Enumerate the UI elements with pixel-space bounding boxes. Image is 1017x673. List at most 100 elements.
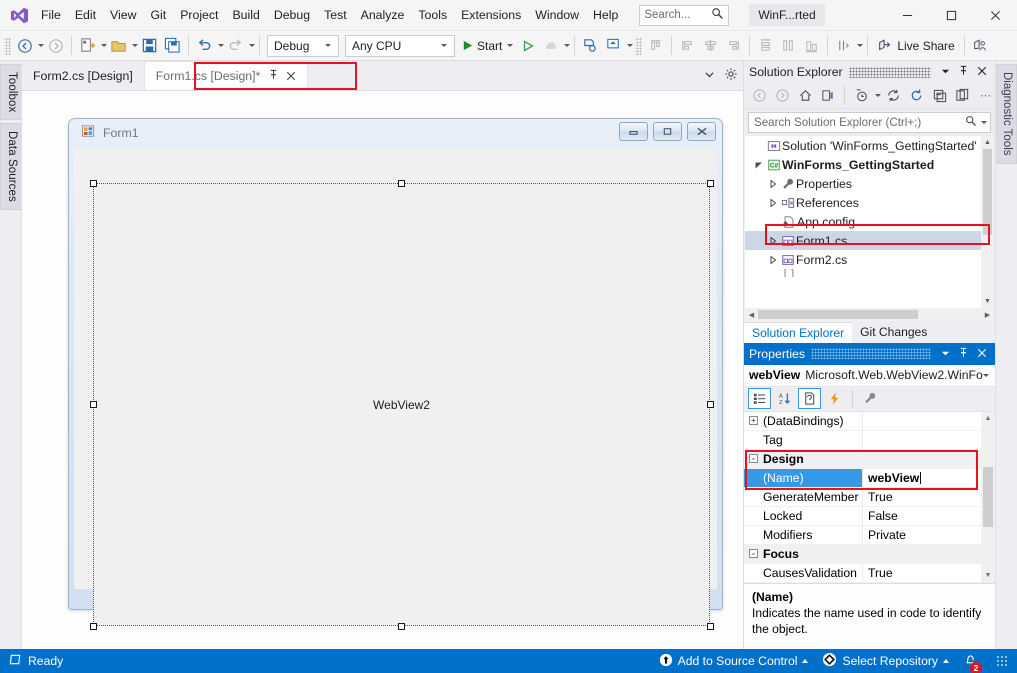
tree-vertical-scrollbar[interactable]: ▲ ▼ [981, 136, 994, 308]
menu-item-file[interactable]: File [34, 4, 68, 26]
forward-button[interactable] [771, 85, 793, 106]
scroll-up-arrow-icon[interactable]: ▲ [984, 136, 991, 149]
document-tab-form2[interactable]: Form2.cs [Design] [22, 61, 145, 90]
tree-item-properties[interactable]: Properties [745, 174, 994, 193]
tree-item-project[interactable]: C# WinForms_GettingStarted [745, 155, 994, 174]
pending-changes-filter-button[interactable] [850, 85, 872, 106]
pin-tab-icon[interactable] [268, 69, 279, 83]
redo-dropdown-icon[interactable] [249, 44, 255, 47]
tree-item-form2-cs[interactable]: Form2.cs [745, 250, 994, 269]
property-value[interactable]: True [863, 564, 995, 582]
size-to-grid-button[interactable] [800, 34, 823, 58]
menu-item-git[interactable]: Git [143, 4, 173, 26]
expander-icon[interactable]: + [749, 416, 758, 425]
expander-icon[interactable] [766, 199, 779, 207]
tree-item-partial[interactable] [745, 269, 994, 277]
sidebar-item-diagnostic-tools[interactable]: Diagnostic Tools [996, 64, 1017, 164]
save-button[interactable] [138, 34, 161, 58]
property-value[interactable] [863, 412, 995, 430]
layout-adorner-dropdown-icon[interactable] [627, 44, 633, 47]
resize-handle-middle-right[interactable] [707, 401, 714, 408]
select-element-button[interactable] [579, 34, 602, 58]
categorized-view-icon[interactable] [748, 388, 771, 409]
expander-icon[interactable] [766, 180, 779, 188]
property-value[interactable] [863, 431, 995, 449]
gear-icon[interactable] [724, 67, 738, 84]
properties-vertical-scrollbar[interactable]: ▲ ▼ [981, 412, 995, 584]
form-close-button[interactable] [687, 122, 716, 141]
expander-icon[interactable] [752, 161, 765, 169]
alphabetical-sort-icon[interactable]: AZ [773, 388, 796, 409]
resize-handle-top-center[interactable] [398, 180, 405, 187]
collapse-icon[interactable]: - [749, 454, 758, 463]
form-client-area[interactable]: WebView2 [74, 148, 717, 589]
dock-tab-solution-explorer[interactable]: Solution Explorer [744, 322, 852, 343]
sidebar-item-data-sources[interactable]: Data Sources [0, 123, 21, 210]
panel-menu-icon[interactable] [937, 65, 954, 79]
toolbar-overflow-icon[interactable] [857, 44, 863, 47]
scroll-right-arrow-icon[interactable]: ▶ [981, 311, 994, 319]
tree-item-app-config[interactable]: App.config [745, 212, 994, 231]
property-pages-icon[interactable] [859, 388, 882, 409]
property-value[interactable]: Private [863, 526, 995, 544]
align-lefts-button[interactable] [676, 34, 699, 58]
toolbar-grip[interactable] [4, 37, 11, 55]
property-value[interactable]: False [863, 507, 995, 525]
redo-button[interactable] [224, 34, 247, 58]
design-form-window[interactable]: Form1 [68, 118, 723, 610]
resize-handle-top-right[interactable] [707, 180, 714, 187]
menu-item-debug[interactable]: Debug [267, 4, 317, 26]
align-tops-button[interactable] [644, 34, 667, 58]
home-button[interactable] [794, 85, 816, 106]
navigate-forward-button[interactable] [44, 34, 67, 58]
notifications-button[interactable]: 2 [963, 652, 978, 670]
undo-button[interactable] [193, 34, 216, 58]
collapse-all-button[interactable] [928, 85, 950, 106]
hot-reload-button[interactable] [539, 34, 562, 58]
navigate-backward-button[interactable] [13, 34, 36, 58]
property-row-causesvalidation[interactable]: CausesValidation True [744, 564, 995, 583]
form-title-bar[interactable]: Form1 [69, 119, 722, 147]
menu-item-extensions[interactable]: Extensions [454, 4, 528, 26]
solution-configuration-dropdown[interactable]: Debug [267, 35, 339, 57]
feedback-button[interactable] [969, 34, 992, 58]
scroll-thumb[interactable] [758, 310, 918, 319]
panel-drag-dots[interactable] [811, 348, 931, 359]
chevron-up-icon[interactable] [802, 659, 808, 663]
sidebar-item-toolbox[interactable]: Toolbox [0, 64, 21, 120]
panel-close-icon[interactable] [973, 65, 991, 79]
panel-pin-icon[interactable] [954, 347, 973, 361]
add-to-source-control-button[interactable]: Add to Source Control [659, 653, 809, 670]
dock-tab-git-changes[interactable]: Git Changes [852, 322, 935, 343]
align-centers-button[interactable] [699, 34, 722, 58]
tab-order-button[interactable] [832, 34, 855, 58]
property-row-databindings[interactable]: + (DataBindings) [744, 412, 995, 431]
save-all-button[interactable] [161, 34, 184, 58]
menu-item-view[interactable]: View [103, 4, 143, 26]
make-same-width-button[interactable] [754, 34, 777, 58]
maximize-button[interactable] [929, 0, 973, 31]
back-button[interactable] [748, 85, 770, 106]
close-tab-icon[interactable] [286, 69, 296, 84]
properties-grid[interactable]: + (DataBindings) Tag - Design [744, 412, 995, 584]
form-minimize-button[interactable] [619, 122, 648, 141]
solution-platform-dropdown[interactable]: Any CPU [345, 35, 455, 57]
tree-item-references[interactable]: References [745, 193, 994, 212]
tree-item-solution[interactable]: Solution 'WinForms_GettingStarted' (1 [745, 136, 994, 155]
expander-icon[interactable] [766, 237, 779, 245]
tree-horizontal-scrollbar[interactable]: ◀ ▶ [745, 308, 994, 322]
chevron-up-icon[interactable] [943, 659, 949, 663]
open-file-button[interactable] [107, 34, 130, 58]
show-all-files-button[interactable] [951, 85, 973, 106]
menu-item-help[interactable]: Help [586, 4, 625, 26]
toolbar-grip[interactable] [635, 37, 642, 55]
menu-item-analyze[interactable]: Analyze [354, 4, 412, 26]
select-repository-button[interactable]: Select Repository [822, 652, 949, 670]
resize-handle-bottom-left[interactable] [90, 623, 97, 630]
new-project-button[interactable] [76, 34, 99, 58]
properties-icon[interactable] [798, 388, 821, 409]
document-tab-form1[interactable]: Form1.cs [Design]* [145, 61, 309, 90]
scroll-down-arrow-icon[interactable]: ▼ [984, 295, 991, 308]
panel-close-icon[interactable] [973, 347, 991, 361]
expander-icon[interactable] [766, 256, 779, 264]
